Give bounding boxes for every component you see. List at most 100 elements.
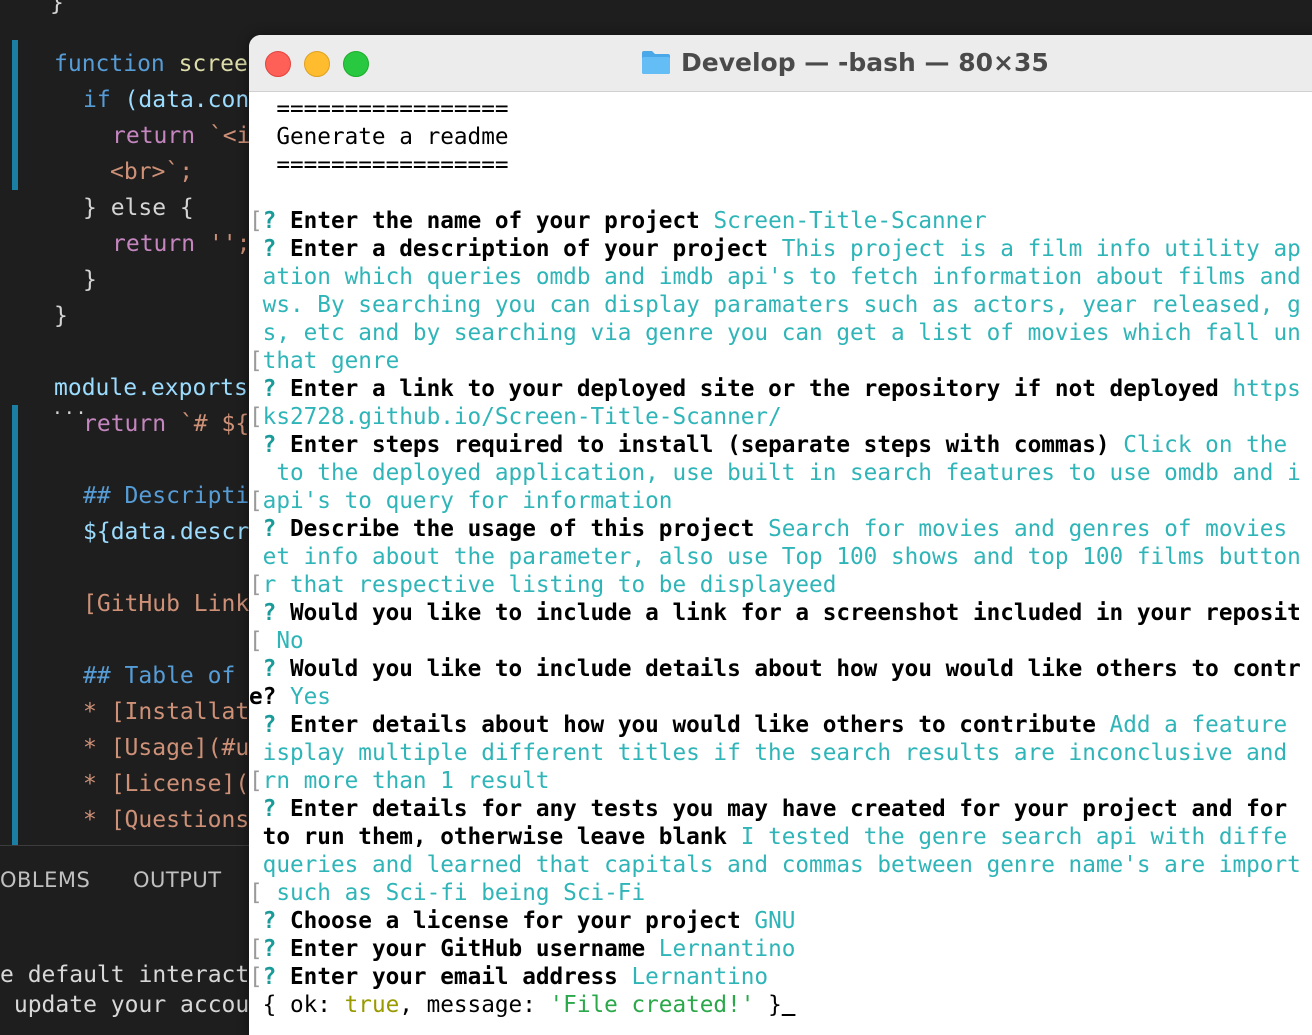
result-text: } (754, 992, 782, 1018)
line-bracket: [ (249, 628, 263, 654)
prompt-answer: ws. By searching you can display paramat… (262, 292, 1301, 318)
prompt-question: Enter your GitHub username (276, 936, 646, 962)
line-bracket (249, 460, 263, 486)
prompt-answer: Click on the (1109, 432, 1288, 458)
line-bracket (249, 712, 263, 738)
line-bracket (249, 852, 263, 878)
prompt-marker: ? (262, 656, 277, 682)
terminal-text: Generate a readme (249, 124, 509, 150)
line-bracket: [ (249, 964, 263, 990)
prompt-marker: ? (262, 908, 277, 934)
prompt-answer: Yes (276, 684, 331, 710)
code-line: return ''; (112, 226, 250, 262)
terminal-line: ? Enter a description of your project Th… (249, 235, 1301, 263)
code-line: ## Table of (83, 658, 249, 694)
prompt-marker: ? (262, 208, 277, 234)
line-bracket (249, 908, 263, 934)
code-keyword: return (112, 231, 196, 257)
panel-text-line: update your accour (0, 992, 264, 1018)
prompt-answer: ation which queries omdb and imdb api's … (262, 264, 1301, 290)
code-text: [GitHub Link (83, 591, 250, 617)
terminal-line: ================= (249, 95, 508, 123)
code-text: ## Table of (83, 663, 250, 689)
code-line: return `# ${ (83, 406, 249, 442)
code-line: ${data.descr (83, 514, 249, 550)
tab-output[interactable]: OUTPUT (133, 868, 222, 892)
folder-icon (642, 51, 670, 74)
result-message: 'File created!' (549, 992, 755, 1018)
code-text: module.exports (54, 375, 248, 401)
line-bracket (249, 740, 263, 766)
prompt-answer: This project is a film info utility ap (768, 236, 1301, 262)
code-keyword: function (54, 51, 165, 77)
prompt-answer: isplay multiple different titles if the … (262, 740, 1288, 766)
code-line: [GitHub Link (83, 586, 249, 622)
terminal-line: [ such as Sci-fi being Sci-Fi (249, 879, 645, 907)
code-line: ## Descripti (83, 478, 249, 514)
terminal-line: ws. By searching you can display paramat… (249, 291, 1301, 319)
prompt-question: e? (249, 684, 277, 710)
prompt-answer: Lernantino (617, 964, 769, 990)
terminal-line: [that genre (249, 347, 399, 375)
prompt-question: to run them, otherwise leave blank (262, 824, 728, 850)
prompt-marker: ? (262, 796, 277, 822)
terminal-line: [? Enter your GitHub username Lernantino (249, 935, 795, 963)
line-bracket (249, 236, 263, 262)
terminal-window[interactable]: Develop — -bash — 80×35 ================… (249, 35, 1312, 1035)
code-text: `# ${ (166, 411, 250, 437)
terminal-titlebar[interactable]: Develop — -bash — 80×35 (249, 35, 1312, 92)
prompt-question: Enter steps required to install (separat… (276, 432, 1110, 458)
prompt-marker: ? (262, 712, 277, 738)
prompt-question: Describe the usage of this project (276, 516, 755, 542)
terminal-line: ? Would you like to include details abou… (249, 655, 1301, 683)
line-bracket (249, 292, 263, 318)
code-text: `<i (195, 123, 251, 149)
code-text: ${data.descr (83, 519, 250, 545)
code-text: ## Descripti (83, 483, 250, 509)
code-text: * [Questions (83, 807, 250, 833)
prompt-question: Choose a license for your project (276, 908, 741, 934)
terminal-line: isplay multiple different titles if the … (249, 739, 1287, 767)
code-line: return `<i (112, 118, 250, 154)
prompt-answer: GNU (740, 908, 796, 934)
prompt-answer: https (1218, 376, 1301, 402)
zoom-button[interactable] (343, 51, 369, 77)
prompt-answer: queries and learned that capitals and co… (262, 852, 1301, 878)
line-bracket: [ (249, 768, 263, 794)
terminal-line: [ No (249, 627, 304, 655)
terminal-line: queries and learned that capitals and co… (249, 851, 1301, 879)
terminal-line: [api's to query for information (249, 487, 672, 515)
line-bracket: [ (249, 348, 263, 374)
code-text: ''; (195, 231, 251, 257)
git-gutter-bar (12, 405, 18, 845)
prompt-answer: No (262, 628, 304, 654)
code-line: * [Questions (83, 802, 249, 838)
git-gutter-bar (12, 40, 18, 190)
code-brace: } (50, 0, 64, 16)
code-text: } (54, 303, 68, 329)
terminal-line: et info about the parameter, also use To… (249, 543, 1301, 571)
code-line: * [Installat (83, 694, 249, 730)
minimize-button[interactable] (304, 51, 330, 77)
code-text: * [Installat (83, 699, 250, 725)
tab-problems[interactable]: OBLEMS (0, 868, 90, 892)
prompt-answer: that genre (262, 348, 400, 374)
prompt-question: Enter your email address (276, 964, 618, 990)
prompt-marker: ? (262, 600, 277, 626)
terminal-line: ================= (249, 151, 508, 179)
line-bracket (249, 544, 263, 570)
prompt-answer: Search for movies and genres of movies (754, 516, 1288, 542)
line-bracket: [ (249, 208, 263, 234)
prompt-question: Would you like to include details about … (276, 656, 1301, 682)
terminal-line: [? Enter your email address Lernantino (249, 963, 768, 991)
terminal-line: ? Describe the usage of this project Sea… (249, 515, 1287, 543)
prompt-marker: ? (262, 236, 277, 262)
terminal-line: ation which queries omdb and imdb api's … (249, 263, 1301, 291)
terminal-line: e? Yes (249, 683, 331, 711)
prompt-marker: ? (262, 936, 277, 962)
line-bracket (249, 600, 263, 626)
code-keyword: return (112, 123, 196, 149)
close-button[interactable] (265, 51, 291, 77)
line-bracket: [ (249, 488, 263, 514)
prompt-answer: ks2728.github.io/Screen-Title-Scanner/ (262, 404, 782, 430)
